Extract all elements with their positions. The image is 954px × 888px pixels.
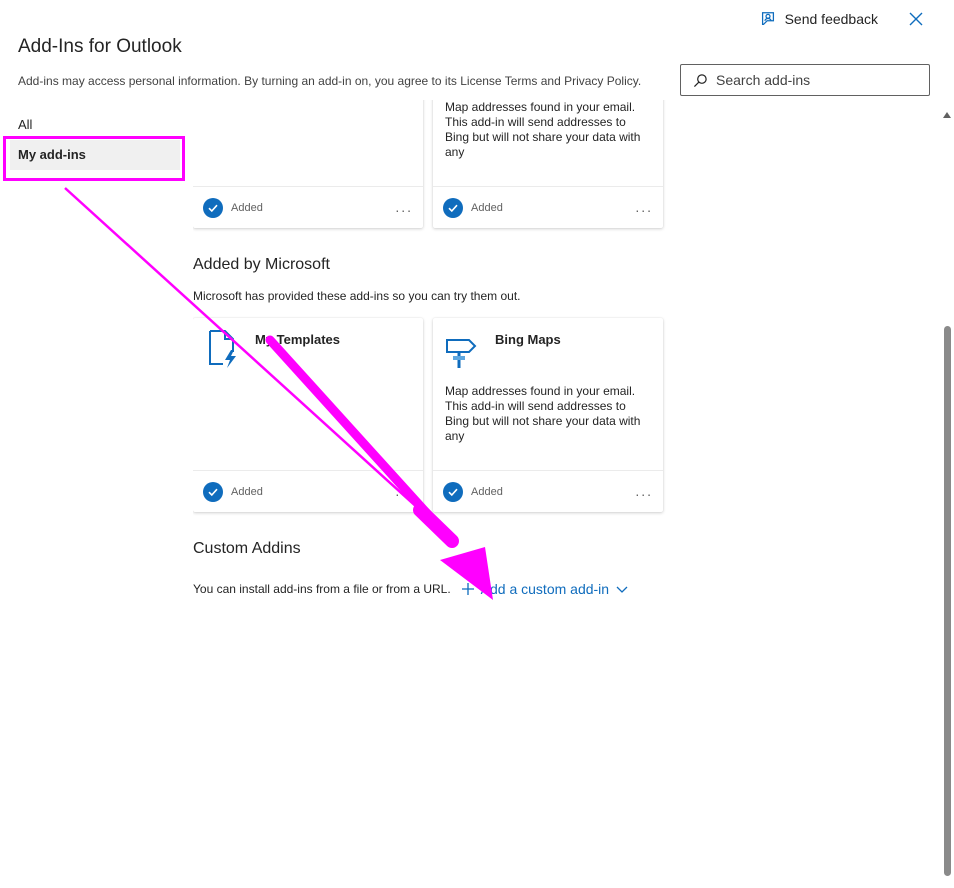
- check-icon: [443, 197, 463, 218]
- section-title-custom: Custom Addins: [193, 540, 301, 557]
- send-feedback-label: Send feedback: [784, 11, 878, 27]
- addin-card[interactable]: Added ...: [193, 100, 423, 228]
- more-options-icon[interactable]: ...: [395, 483, 413, 499]
- feedback-icon: [761, 12, 774, 26]
- page-subtitle: Add-ins may access personal information.…: [18, 74, 642, 88]
- check-icon: [203, 197, 223, 218]
- more-options-icon[interactable]: ...: [635, 483, 653, 499]
- status-label: Added: [231, 485, 263, 498]
- section-desc-custom: You can install add-ins from a file or f…: [193, 582, 451, 596]
- section-title-microsoft: Added by Microsoft: [193, 256, 330, 273]
- send-feedback-button[interactable]: Send feedback: [759, 10, 878, 28]
- close-icon[interactable]: [908, 11, 924, 27]
- status-label: Added: [471, 485, 503, 498]
- plus-icon: [461, 583, 474, 595]
- highlight-annotation: [3, 136, 185, 181]
- addins-content: Added ... Map addresses found in your em…: [193, 100, 933, 888]
- addin-card-my-templates[interactable]: My Templates Added ...: [193, 318, 423, 512]
- scroll-up-arrow-icon[interactable]: [943, 112, 951, 118]
- card-footer: Added ...: [193, 470, 423, 512]
- card-description: Map addresses found in your email. This …: [445, 384, 641, 443]
- card-footer: Added ...: [193, 186, 423, 228]
- card-footer: Added ...: [433, 470, 663, 512]
- more-options-icon[interactable]: ...: [395, 199, 413, 215]
- card-name: My Templates: [255, 332, 341, 347]
- page-title: Add-Ins for Outlook: [18, 36, 182, 57]
- custom-addins-row: You can install add-ins from a file or f…: [193, 581, 629, 597]
- search-input[interactable]: [716, 72, 916, 88]
- document-lightning-icon: [209, 330, 236, 368]
- search-icon: [693, 73, 707, 87]
- add-custom-addin-button[interactable]: Add a custom add-in: [461, 581, 629, 597]
- chevron-down-icon: [616, 586, 628, 593]
- more-options-icon[interactable]: ...: [635, 199, 653, 215]
- scroll-thumb[interactable]: [944, 326, 951, 876]
- scrollbar[interactable]: [940, 100, 954, 888]
- add-custom-addin-label: Add a custom add-in: [480, 581, 610, 597]
- card-description: Map addresses found in your email. This …: [445, 100, 641, 159]
- card-name: Bing Maps: [495, 332, 561, 347]
- status-label: Added: [471, 201, 503, 214]
- addin-card[interactable]: Map addresses found in your email. This …: [433, 100, 663, 228]
- check-icon: [443, 481, 463, 502]
- top-bar: Send feedback: [759, 10, 924, 28]
- status-label: Added: [231, 201, 263, 214]
- signpost-icon: [446, 339, 477, 368]
- addin-card-bing-maps[interactable]: Bing Maps Map addresses found in your em…: [433, 318, 663, 512]
- card-footer: Added ...: [433, 186, 663, 228]
- check-icon: [203, 481, 223, 502]
- section-desc-microsoft: Microsoft has provided these add-ins so …: [193, 289, 521, 303]
- search-box[interactable]: [680, 64, 930, 96]
